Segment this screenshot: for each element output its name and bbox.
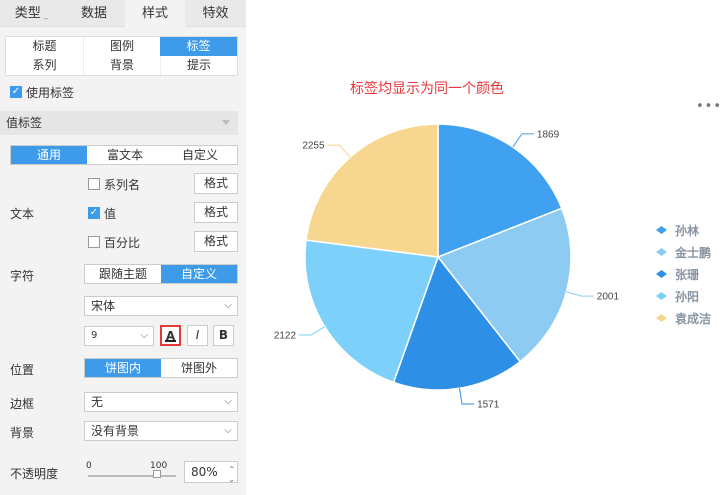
series-name-checkbox[interactable] — [88, 178, 100, 190]
value-checkbox[interactable]: ✓ — [88, 207, 100, 219]
subtab-label[interactable]: 标签 — [160, 37, 237, 56]
text-label: 文本 — [10, 207, 35, 221]
series-name-label: 系列名 — [104, 178, 141, 192]
font-color-button[interactable]: A — [160, 325, 181, 346]
char-label: 字符 — [10, 269, 35, 283]
option-inside-pie[interactable]: 饼图内 — [85, 359, 161, 377]
font-size-value: 9 — [91, 330, 98, 341]
leader-line-1 — [512, 133, 534, 148]
legend-label: 张珊 — [675, 268, 700, 282]
tab-style[interactable]: 样式 — [125, 0, 185, 28]
background-select[interactable]: 没有背景 ⌵ — [84, 421, 238, 441]
pie-chart: 1869 2001 1571 2122 2255 — [274, 123, 620, 411]
border-select[interactable]: 无 ⌵ — [84, 392, 238, 412]
text-type-segment: 通用 富文本 自定义 — [10, 145, 238, 165]
position-segment: 饼图内 饼图外 — [84, 358, 238, 378]
border-value: 无 — [91, 395, 104, 409]
background-label: 背景 — [10, 426, 35, 440]
option-follow-theme[interactable]: 跟随主题 — [85, 265, 161, 283]
percent-label: 百分比 — [104, 236, 141, 250]
opacity-input[interactable]: 80% ⌃ ⌄ — [184, 461, 238, 484]
top-tabs: 类型 _ 数据 样式 特效 — [0, 0, 246, 28]
position-label: 位置 — [10, 363, 35, 377]
style-subtabs: 标题 图例 标签 系列 背景 提示 — [5, 36, 238, 76]
tab-effects[interactable]: 特效 — [185, 0, 246, 27]
subtab-tooltip[interactable]: 提示 — [160, 56, 237, 75]
data-label-3: 1571 — [477, 400, 500, 411]
opacity-slider-track[interactable] — [88, 475, 176, 477]
tab-type[interactable]: 类型 _ — [0, 0, 63, 27]
subtab-background[interactable]: 背景 — [83, 56, 160, 75]
font-select[interactable]: 宋体 ⌵ — [84, 296, 238, 316]
option-general[interactable]: 通用 — [11, 146, 87, 164]
opacity-slider-handle[interactable] — [153, 470, 161, 478]
chevron-down-icon: ⌵ — [224, 396, 232, 407]
border-label: 边框 — [10, 397, 35, 411]
bold-button[interactable]: B — [213, 325, 234, 346]
pie-slice-5[interactable] — [305, 123, 439, 258]
data-label-4: 2122 — [274, 331, 297, 342]
option-rich-text[interactable]: 富文本 — [87, 146, 163, 164]
opacity-value: 80% — [191, 465, 218, 479]
option-custom[interactable]: 自定义 — [163, 146, 237, 164]
char-segment: 跟随主题 自定义 — [84, 264, 238, 284]
series-name-format-button[interactable]: 格式 — [194, 173, 238, 194]
value-format-button[interactable]: 格式 — [194, 202, 238, 223]
leader-line-5 — [327, 144, 351, 158]
tab-data[interactable]: 数据 — [63, 0, 125, 27]
chevron-down-icon: ⌵ — [224, 300, 232, 311]
leader-line-2 — [566, 291, 594, 297]
chevron-down-icon: ⌵ — [224, 425, 232, 436]
subtab-series[interactable]: 系列 — [6, 56, 83, 75]
legend-label: 金士鹏 — [675, 246, 712, 260]
chart-area: 标签均显示为同一个颜色 ••• 1869 2001 1571 2122 2255 孙林金… — [246, 0, 727, 495]
option-char-custom[interactable]: 自定义 — [161, 265, 237, 283]
opacity-min: 0 — [86, 461, 92, 471]
value-label: 值 — [104, 207, 117, 221]
value-label-section[interactable]: 值标签 — [0, 111, 238, 135]
font-value: 宋体 — [91, 299, 116, 313]
background-value: 没有背景 — [91, 424, 140, 438]
subtab-title[interactable]: 标题 — [6, 37, 83, 56]
legend-label: 孙林 — [675, 224, 700, 238]
opacity-label: 不透明度 — [10, 467, 59, 481]
percent-checkbox[interactable] — [88, 236, 100, 248]
data-label-5: 2255 — [302, 141, 325, 152]
legend-label: 孙阳 — [675, 290, 700, 304]
leader-line-4 — [299, 326, 325, 336]
percent-format-button[interactable]: 格式 — [194, 231, 238, 252]
option-outside-pie[interactable]: 饼图外 — [161, 359, 237, 377]
use-label-text: 使用标签 — [26, 86, 75, 100]
stepper-down-icon[interactable]: ⌄ — [228, 470, 235, 490]
section-title: 值标签 — [6, 116, 43, 130]
use-label-checkbox[interactable]: ✓ — [10, 86, 22, 98]
color-underline — [165, 340, 176, 342]
italic-button[interactable]: I — [187, 325, 208, 346]
data-label-1: 1869 — [537, 129, 560, 140]
chevron-down-icon: ⌵ — [140, 330, 148, 341]
collapse-caret-icon — [222, 120, 230, 125]
legend-label: 袁成洁 — [675, 312, 712, 326]
subtab-legend[interactable]: 图例 — [83, 37, 160, 56]
leader-line-3 — [458, 388, 475, 405]
settings-panel: 类型 _ 数据 样式 特效 标题 图例 标签 系列 背景 提示 ✓ 使用标签 值… — [0, 0, 246, 495]
font-size-select[interactable]: 9 ⌵ — [84, 326, 154, 346]
data-label-2: 2001 — [597, 292, 620, 303]
